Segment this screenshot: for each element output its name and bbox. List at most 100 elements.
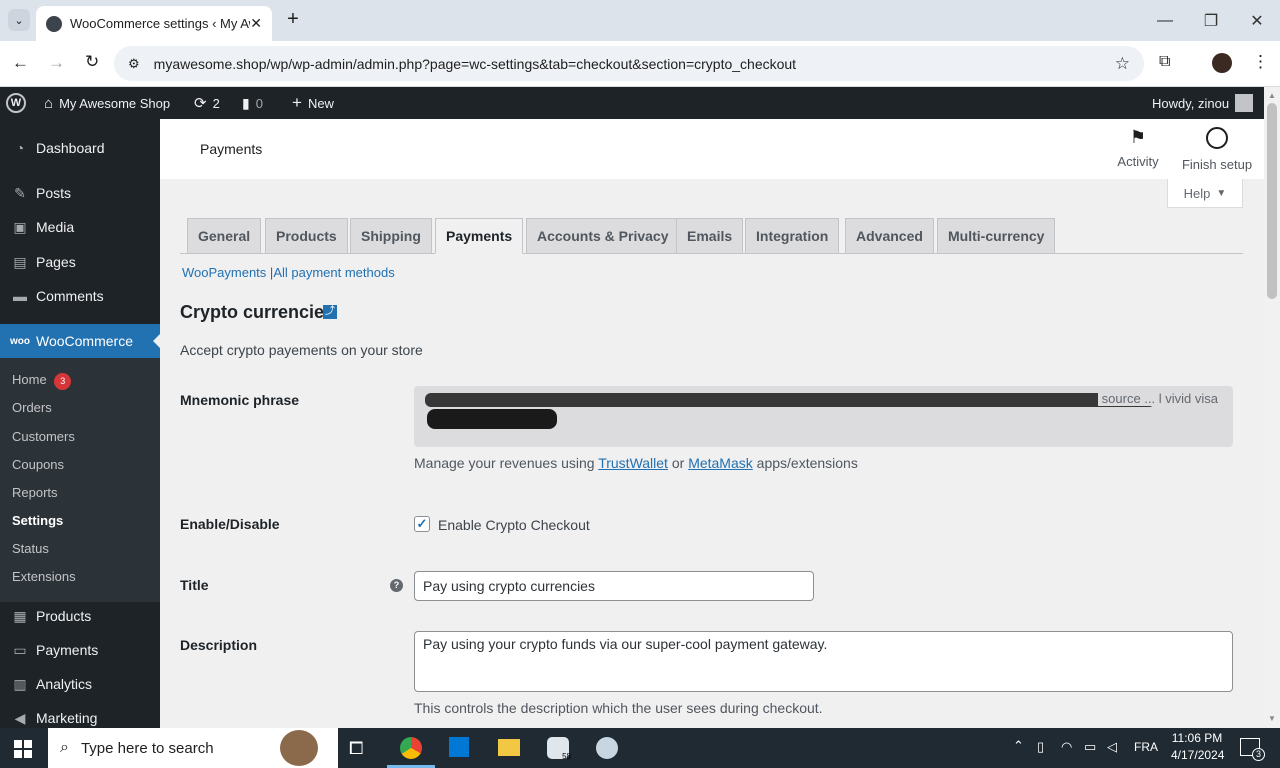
caret-down-icon: ▼ bbox=[1216, 187, 1227, 199]
reload-icon[interactable]: ↻ bbox=[85, 52, 99, 72]
sidebar-lower: ▦ Products ▭ Payments ▥ Analytics ◀ Marketin… bbox=[0, 602, 160, 728]
clock[interactable]: 11:06 PM 4/17/2024 bbox=[1171, 731, 1224, 762]
paint-icon[interactable] bbox=[596, 737, 618, 759]
tab-shipping[interactable]: Shipping bbox=[350, 218, 432, 254]
sidebar-label: Products bbox=[36, 608, 92, 624]
forward-icon[interactable]: → bbox=[48, 53, 65, 73]
bookmark-star-icon[interactable]: ☆ bbox=[1115, 54, 1130, 74]
submenu-settings[interactable]: Settings bbox=[12, 513, 63, 528]
tab-search-button[interactable]: ⌄ bbox=[8, 9, 30, 31]
sidebar-item-comments[interactable]: ▬ Comments bbox=[0, 279, 160, 313]
finish-setup-button[interactable]: Finish setup bbox=[1178, 127, 1256, 172]
browser-menu-icon[interactable]: ⋮ bbox=[1252, 52, 1269, 72]
store-icon[interactable] bbox=[449, 737, 469, 757]
browser-tab[interactable]: WooCommerce settings ‹ My Awesome Shop ✕ bbox=[36, 6, 272, 41]
back-to-list-icon[interactable]: ⤴ bbox=[323, 305, 337, 319]
close-window-button[interactable]: ✕ bbox=[1234, 0, 1280, 41]
sidebar-label: Dashboard bbox=[36, 140, 105, 156]
page-scrollbar[interactable]: ▲ ▼ bbox=[1264, 87, 1280, 728]
enable-checkbox-label[interactable]: Enable Crypto Checkout bbox=[438, 517, 590, 533]
notification-center-icon[interactable]: 3 bbox=[1240, 738, 1265, 761]
wordpress-logo-icon[interactable]: W bbox=[6, 87, 26, 119]
profile-avatar[interactable] bbox=[1212, 53, 1232, 73]
trustwallet-link[interactable]: TrustWallet bbox=[598, 455, 668, 471]
comments-link[interactable]: ▮ 0 bbox=[242, 87, 263, 119]
clock-time: 11:06 PM bbox=[1171, 731, 1223, 745]
woopayments-link[interactable]: WooPayments bbox=[182, 265, 266, 280]
submenu-home[interactable]: Home 3 bbox=[12, 372, 72, 390]
new-tab-button[interactable]: + bbox=[282, 8, 304, 32]
metamask-link[interactable]: MetaMask bbox=[688, 455, 753, 471]
pages-icon: ▤ bbox=[13, 253, 27, 270]
language-indicator[interactable]: FRA bbox=[1134, 740, 1158, 754]
title-label: Title bbox=[180, 577, 209, 593]
site-name-link[interactable]: ⌂ My Awesome Shop bbox=[44, 87, 170, 119]
tab-multi-currency[interactable]: Multi-currency bbox=[937, 218, 1056, 254]
chrome-taskbar-icon[interactable] bbox=[400, 737, 422, 759]
help-tooltip-icon[interactable]: ? bbox=[390, 579, 403, 592]
tab-advanced[interactable]: Advanced bbox=[845, 218, 934, 254]
tab-emails[interactable]: Emails bbox=[676, 218, 744, 254]
tab-products[interactable]: Products bbox=[265, 218, 348, 254]
description-textarea[interactable]: Pay using your crypto funds via our supe… bbox=[414, 631, 1233, 692]
close-tab-icon[interactable]: ✕ bbox=[250, 15, 262, 32]
sidebar-item-dashboard[interactable]: ◔ Dashboard bbox=[0, 131, 160, 165]
all-payment-methods-link[interactable]: All payment methods bbox=[273, 265, 394, 280]
search-highlight-image bbox=[280, 730, 318, 766]
submenu-extensions[interactable]: Extensions bbox=[12, 569, 76, 584]
wifi-icon[interactable]: ◠ bbox=[1061, 739, 1072, 755]
activity-button[interactable]: ⚑ Activity bbox=[1108, 127, 1168, 169]
volume-icon[interactable]: ◁ bbox=[1107, 739, 1117, 755]
sidebar-item-payments[interactable]: ▭ Payments bbox=[0, 633, 160, 667]
tab-integration[interactable]: Integration bbox=[745, 218, 840, 254]
tray-device-icon[interactable]: ▯ bbox=[1037, 739, 1044, 755]
tab-title: WooCommerce settings ‹ My Awesome Shop bbox=[70, 16, 250, 31]
updates-link[interactable]: ⟳ 2 bbox=[194, 87, 220, 119]
tray-chevron-icon[interactable]: ⌃ bbox=[1013, 738, 1024, 754]
scroll-thumb[interactable] bbox=[1267, 103, 1277, 299]
submenu-orders[interactable]: Orders bbox=[12, 400, 52, 415]
enable-label: Enable/Disable bbox=[180, 516, 280, 532]
sidebar-label: Analytics bbox=[36, 676, 93, 692]
taskbar-search[interactable]: ⌕ Type here to search bbox=[48, 728, 338, 768]
sidebar-item-woocommerce[interactable]: woo WooCommerce bbox=[0, 324, 160, 358]
minimize-button[interactable]: — bbox=[1142, 0, 1188, 41]
file-explorer-icon[interactable] bbox=[498, 739, 520, 756]
back-icon[interactable]: ← bbox=[12, 53, 29, 73]
enable-checkbox[interactable]: ✓ bbox=[414, 516, 430, 532]
sidebar-item-media[interactable]: ▣ Media bbox=[0, 210, 160, 244]
sidebar-item-posts[interactable]: ✎ Posts bbox=[0, 176, 160, 210]
submenu-coupons[interactable]: Coupons bbox=[12, 457, 64, 472]
scroll-down-icon[interactable]: ▼ bbox=[1268, 714, 1276, 723]
search-placeholder: Type here to search bbox=[80, 739, 214, 757]
scroll-up-icon[interactable]: ▲ bbox=[1268, 91, 1276, 100]
submenu-customers[interactable]: Customers bbox=[12, 429, 75, 444]
network-icon[interactable]: ▭ bbox=[1084, 739, 1096, 755]
sidebar-label: Pages bbox=[36, 254, 76, 270]
current-arrow-icon bbox=[153, 334, 160, 348]
app-icon[interactable]: 58 bbox=[547, 737, 571, 761]
tab-accounts-privacy[interactable]: Accounts & Privacy bbox=[526, 218, 680, 254]
my-account-link[interactable]: Howdy, zinou bbox=[1152, 87, 1254, 119]
subsubsub-nav: WooPayments |All payment methods bbox=[182, 265, 395, 280]
tab-payments[interactable]: Payments bbox=[435, 218, 524, 254]
title-input[interactable] bbox=[414, 571, 814, 601]
submenu-reports[interactable]: Reports bbox=[12, 485, 58, 500]
address-bar[interactable]: ⚙ myawesome.shop/wp/wp-admin/admin.php?p… bbox=[114, 46, 1144, 81]
mnemonic-textarea[interactable]: source ... l vivid visa bbox=[414, 386, 1233, 447]
sidebar-item-analytics[interactable]: ▥ Analytics bbox=[0, 667, 160, 701]
extensions-icon[interactable]: ⧉ bbox=[1159, 53, 1170, 71]
windows-start-icon[interactable] bbox=[14, 740, 32, 758]
submenu-status[interactable]: Status bbox=[12, 541, 49, 556]
help-tab-button[interactable]: Help ▼ bbox=[1167, 179, 1243, 208]
new-content-link[interactable]: + New bbox=[292, 87, 334, 119]
howdy-text: Howdy, zinou bbox=[1152, 95, 1230, 111]
task-view-icon[interactable]: ⧠ bbox=[349, 738, 363, 759]
sidebar-item-pages[interactable]: ▤ Pages bbox=[0, 245, 160, 279]
redacted-mnemonic bbox=[425, 393, 1155, 407]
sidebar-item-products[interactable]: ▦ Products bbox=[0, 599, 160, 633]
site-info-icon[interactable]: ⚙ bbox=[128, 56, 140, 72]
restore-button[interactable]: ❐ bbox=[1188, 0, 1234, 41]
section-description: Accept crypto payements on your store bbox=[180, 342, 423, 358]
tab-general[interactable]: General bbox=[187, 218, 262, 254]
